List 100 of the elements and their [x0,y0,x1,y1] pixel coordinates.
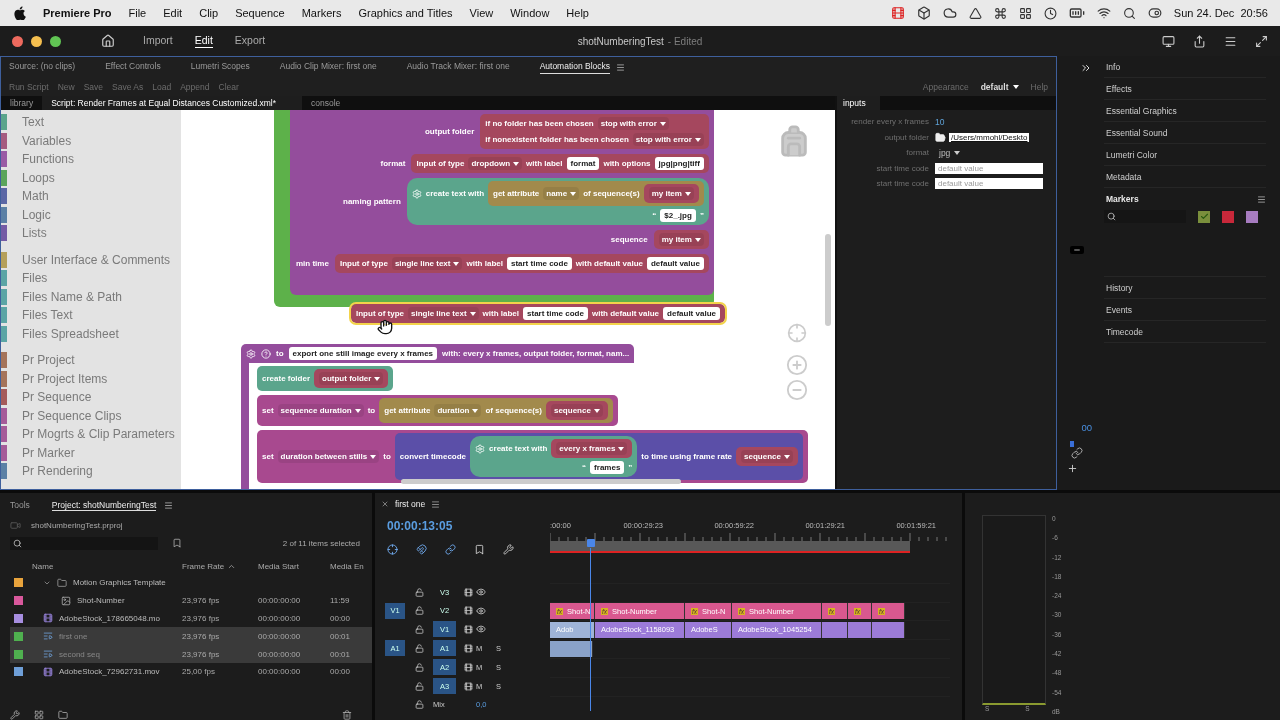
marker-color-filter[interactable] [1246,210,1258,223]
block-dropdown[interactable]: my item [648,187,694,200]
zoom-button[interactable] [50,35,61,47]
code-block[interactable]: Input of type dropdown with label format with options jpg|png|tiff [411,154,709,173]
close-icon[interactable] [381,500,389,508]
panel-tab[interactable]: Effect Controls [105,60,161,74]
lock-icon[interactable] [415,606,424,616]
timeline-clip[interactable] [848,621,872,638]
panel-item[interactable]: History [1104,277,1266,299]
project-row[interactable]: Motion Graphics Template [10,574,372,592]
library-category[interactable]: Pr Project Items [22,371,108,386]
apple-logo[interactable] [14,6,26,20]
lock-icon[interactable] [415,624,424,634]
panel-tab[interactable]: Audio Track Mixer: first one [406,60,510,74]
panel-menu-icon[interactable] [431,499,441,509]
code-block[interactable]: create text with get attribute name of sequence(s) my item “ $2_.jpg ” [406,178,709,225]
panel-tab[interactable]: Tools [10,499,30,511]
block-field[interactable]: jpg|png|tiff [654,157,704,170]
snap-icon[interactable] [416,544,427,555]
grid-icon[interactable] [34,710,44,720]
input-field[interactable]: default value [935,178,1043,190]
timeline-clip[interactable] [872,621,905,638]
library-category[interactable]: Files Name & Path [22,289,123,304]
library-category[interactable]: Files [22,271,48,286]
column-header[interactable]: Name [10,561,182,571]
code-block[interactable]: if no folder has been chosen stop with error if nonexistent folder has been chosen stop with error [480,114,709,149]
home-icon[interactable] [101,34,115,48]
marker-icon[interactable] [474,544,485,555]
box-icon[interactable] [916,6,931,20]
folder-path-field[interactable]: /Users/mmohl/Deskto [949,132,1030,142]
code-block[interactable]: sequence [545,401,608,420]
menu-item[interactable]: Window [510,7,550,19]
menu-item[interactable]: Sequence [235,7,285,19]
timeline-clip[interactable] [550,640,593,657]
appearance-dropdown[interactable]: default [980,81,1019,92]
panel-item[interactable]: Lumetri Color [1104,144,1266,166]
code-block[interactable]: to export one still image every x frames with: every x frames, output folder, format, nam... [241,344,635,363]
block-field[interactable]: format [566,157,600,170]
code-block[interactable]: create text with every x frames “ frames ” [470,436,638,477]
editor-tab[interactable]: Script: Render Frames at Equal Distances Customized.xml* [42,96,303,110]
search-icon[interactable] [1122,6,1136,20]
menu-item[interactable]: Clip [199,7,219,19]
cloud-icon[interactable] [942,6,957,20]
panel-item[interactable]: Metadata [1104,166,1266,188]
menu-item[interactable]: File [128,7,147,19]
block-dropdown[interactable]: duration [434,404,482,417]
column-header[interactable]: Media Start [258,561,330,571]
library-category[interactable]: Variables [22,133,72,148]
label-color-swatch[interactable] [14,631,23,641]
panel-menu-icon[interactable] [164,500,174,510]
menu-icon[interactable] [1224,34,1237,48]
block-dropdown[interactable]: single line text [408,307,479,320]
toggle-icon[interactable] [1147,6,1162,20]
panel-item[interactable]: Essential Sound [1104,122,1266,144]
eye-icon[interactable] [476,624,486,635]
editor-tab[interactable]: console [302,96,350,110]
block-dropdown[interactable]: duration between stills [277,450,380,463]
wrench-icon[interactable] [10,710,20,720]
eye-icon[interactable] [476,587,486,598]
block-field[interactable]: default value [646,257,704,270]
clock-icon[interactable] [1043,6,1057,20]
block-dropdown[interactable]: single line text [391,257,463,270]
expand-panels-icon[interactable] [1080,62,1092,74]
panel-item[interactable]: Events [1104,299,1266,321]
library-category[interactable]: Pr Project [22,353,75,368]
block-field[interactable]: start time code [523,307,588,320]
code-block[interactable]: output folder [314,369,389,388]
code-block[interactable]: my item [643,184,699,203]
block-dropdown[interactable]: stop with error [597,117,669,130]
playhead-handle[interactable] [587,539,595,547]
triangle-icon[interactable] [968,6,982,20]
block-field[interactable]: export one still image every x frames [288,347,438,360]
block-dropdown[interactable]: name [543,187,580,200]
menu-item[interactable]: View [469,7,494,19]
lock-icon[interactable] [415,662,424,672]
label-color-swatch[interactable] [14,578,23,588]
project-row[interactable]: second seq 23,976 fps 00:00:00:00 00:01 [10,645,372,663]
project-row[interactable]: AdobeStock_72962731.mov 25,00 fps 00:00:00:00 00:00 [10,663,372,681]
panel-menu-icon[interactable] [1257,194,1266,204]
add-icon[interactable] [1067,463,1078,474]
share-icon[interactable] [1193,34,1206,48]
markers-title[interactable]: Markers [1106,194,1139,204]
library-category[interactable]: Text [22,115,44,130]
monitor-icon[interactable] [1162,34,1175,48]
code-block[interactable]: set duration between stills to convert timecode create text with every x frames “ frames ” to time using frame rate sequence [257,430,808,483]
library-category[interactable]: Pr Marker [22,445,75,460]
panel-tab[interactable]: Automation Blocks [539,60,611,74]
code-block[interactable]: every x frames [551,439,633,458]
column-header[interactable]: Frame Rate [182,561,258,571]
settings-icon[interactable] [503,544,514,555]
battery-icon[interactable] [1068,5,1085,21]
gear-icon[interactable] [246,348,256,359]
marker-color-filter[interactable] [1222,210,1234,223]
inputs-tab[interactable]: inputs [837,96,880,110]
label-color-swatch[interactable] [14,614,23,623]
block-dropdown[interactable]: output folder [319,372,384,385]
panel-tab[interactable]: Project: shotNumberingTest [51,499,157,511]
menu-clock[interactable]: Sun 24. Dec 20:56 [1173,7,1268,19]
library-category[interactable]: Logic [22,207,51,222]
project-row[interactable]: AdobeStock_178665048.mo 23,976 fps 00:00:00:00 00:00 [10,609,372,628]
